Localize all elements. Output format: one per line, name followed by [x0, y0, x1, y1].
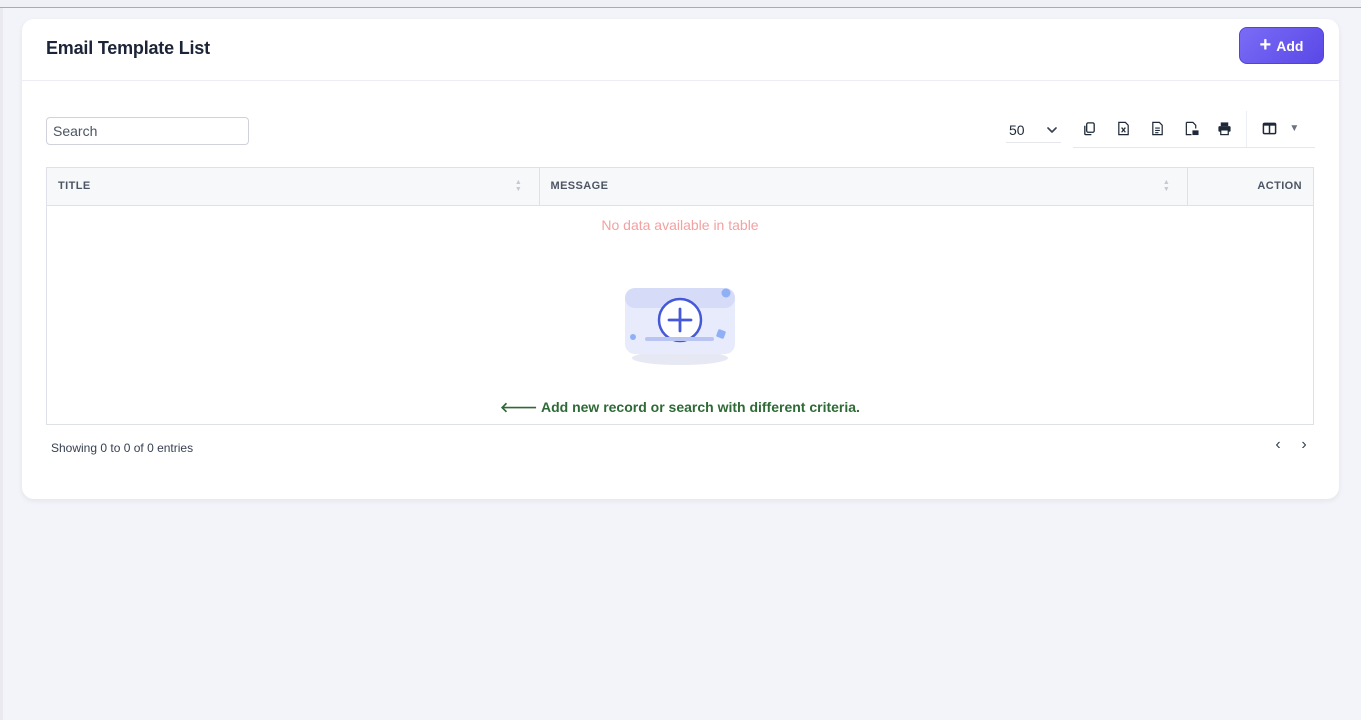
column-visibility-button[interactable]: ▼	[1245, 110, 1315, 147]
table-info: Showing 0 to 0 of 0 entries	[51, 441, 194, 455]
caret-down-icon: ▼	[1289, 123, 1300, 134]
add-button[interactable]: + Add	[1239, 27, 1324, 64]
empty-cell: No data available in table 🡐 Add new rec…	[47, 205, 1313, 424]
page-length-select[interactable]: 50	[1006, 117, 1061, 143]
email-template-card: Email Template List + Add 50	[22, 19, 1339, 499]
card-header: Email Template List + Add	[22, 19, 1339, 81]
excel-button[interactable]	[1107, 111, 1141, 147]
excel-icon	[1118, 121, 1129, 136]
column-header-action-label: ACTION	[1257, 180, 1302, 193]
chevron-down-icon	[1047, 126, 1057, 133]
csv-icon	[1152, 121, 1163, 136]
column-header-action: ACTION	[1187, 168, 1313, 206]
copy-button[interactable]	[1073, 111, 1107, 147]
page-title: Email Template List	[46, 38, 210, 58]
empty-row: No data available in table 🡐 Add new rec…	[47, 205, 1313, 424]
column-header-message-label: MESSAGE	[550, 180, 609, 193]
copy-icon	[1084, 122, 1096, 136]
column-header-message[interactable]: MESSAGE ▲ ▼	[539, 168, 1188, 206]
previous-page-button[interactable]: ‹	[1271, 436, 1285, 453]
arrow-left-icon: 🡐	[500, 398, 538, 415]
columns-icon	[1263, 122, 1277, 135]
empty-state-illustration	[625, 287, 735, 365]
column-header-title[interactable]: TITLE ▲ ▼	[47, 168, 540, 206]
left-edge-divider	[0, 8, 3, 720]
next-page-button[interactable]: ›	[1297, 436, 1311, 453]
add-button-label: Add	[1276, 37, 1304, 54]
empty-hint-text: Add new record or search with different …	[540, 398, 860, 415]
csv-button[interactable]	[1140, 111, 1174, 147]
pagination: ‹ ›	[1271, 436, 1311, 453]
sort-icon: ▲ ▼	[1162, 179, 1171, 193]
print-icon	[1218, 122, 1231, 136]
page-length-value: 50	[1009, 121, 1025, 138]
column-header-title-label: TITLE	[58, 180, 91, 193]
plus-icon: +	[1259, 33, 1272, 56]
pdf-icon	[1185, 121, 1199, 136]
empty-message: No data available in table	[601, 216, 759, 233]
pdf-button[interactable]	[1174, 111, 1208, 147]
export-button-group: ▼	[1073, 110, 1315, 148]
sort-icon: ▲ ▼	[514, 179, 523, 193]
search-input[interactable]	[46, 117, 249, 145]
top-progress-bar	[0, 0, 1361, 8]
empty-hint: 🡐 Add new record or search with differen…	[47, 399, 1313, 416]
print-button[interactable]	[1208, 111, 1242, 147]
email-template-table: TITLE ▲ ▼ MESSAGE ▲ ▼ ACTION No data avail…	[46, 167, 1314, 425]
table-header-row: TITLE ▲ ▼ MESSAGE ▲ ▼ ACTION	[47, 168, 1313, 206]
